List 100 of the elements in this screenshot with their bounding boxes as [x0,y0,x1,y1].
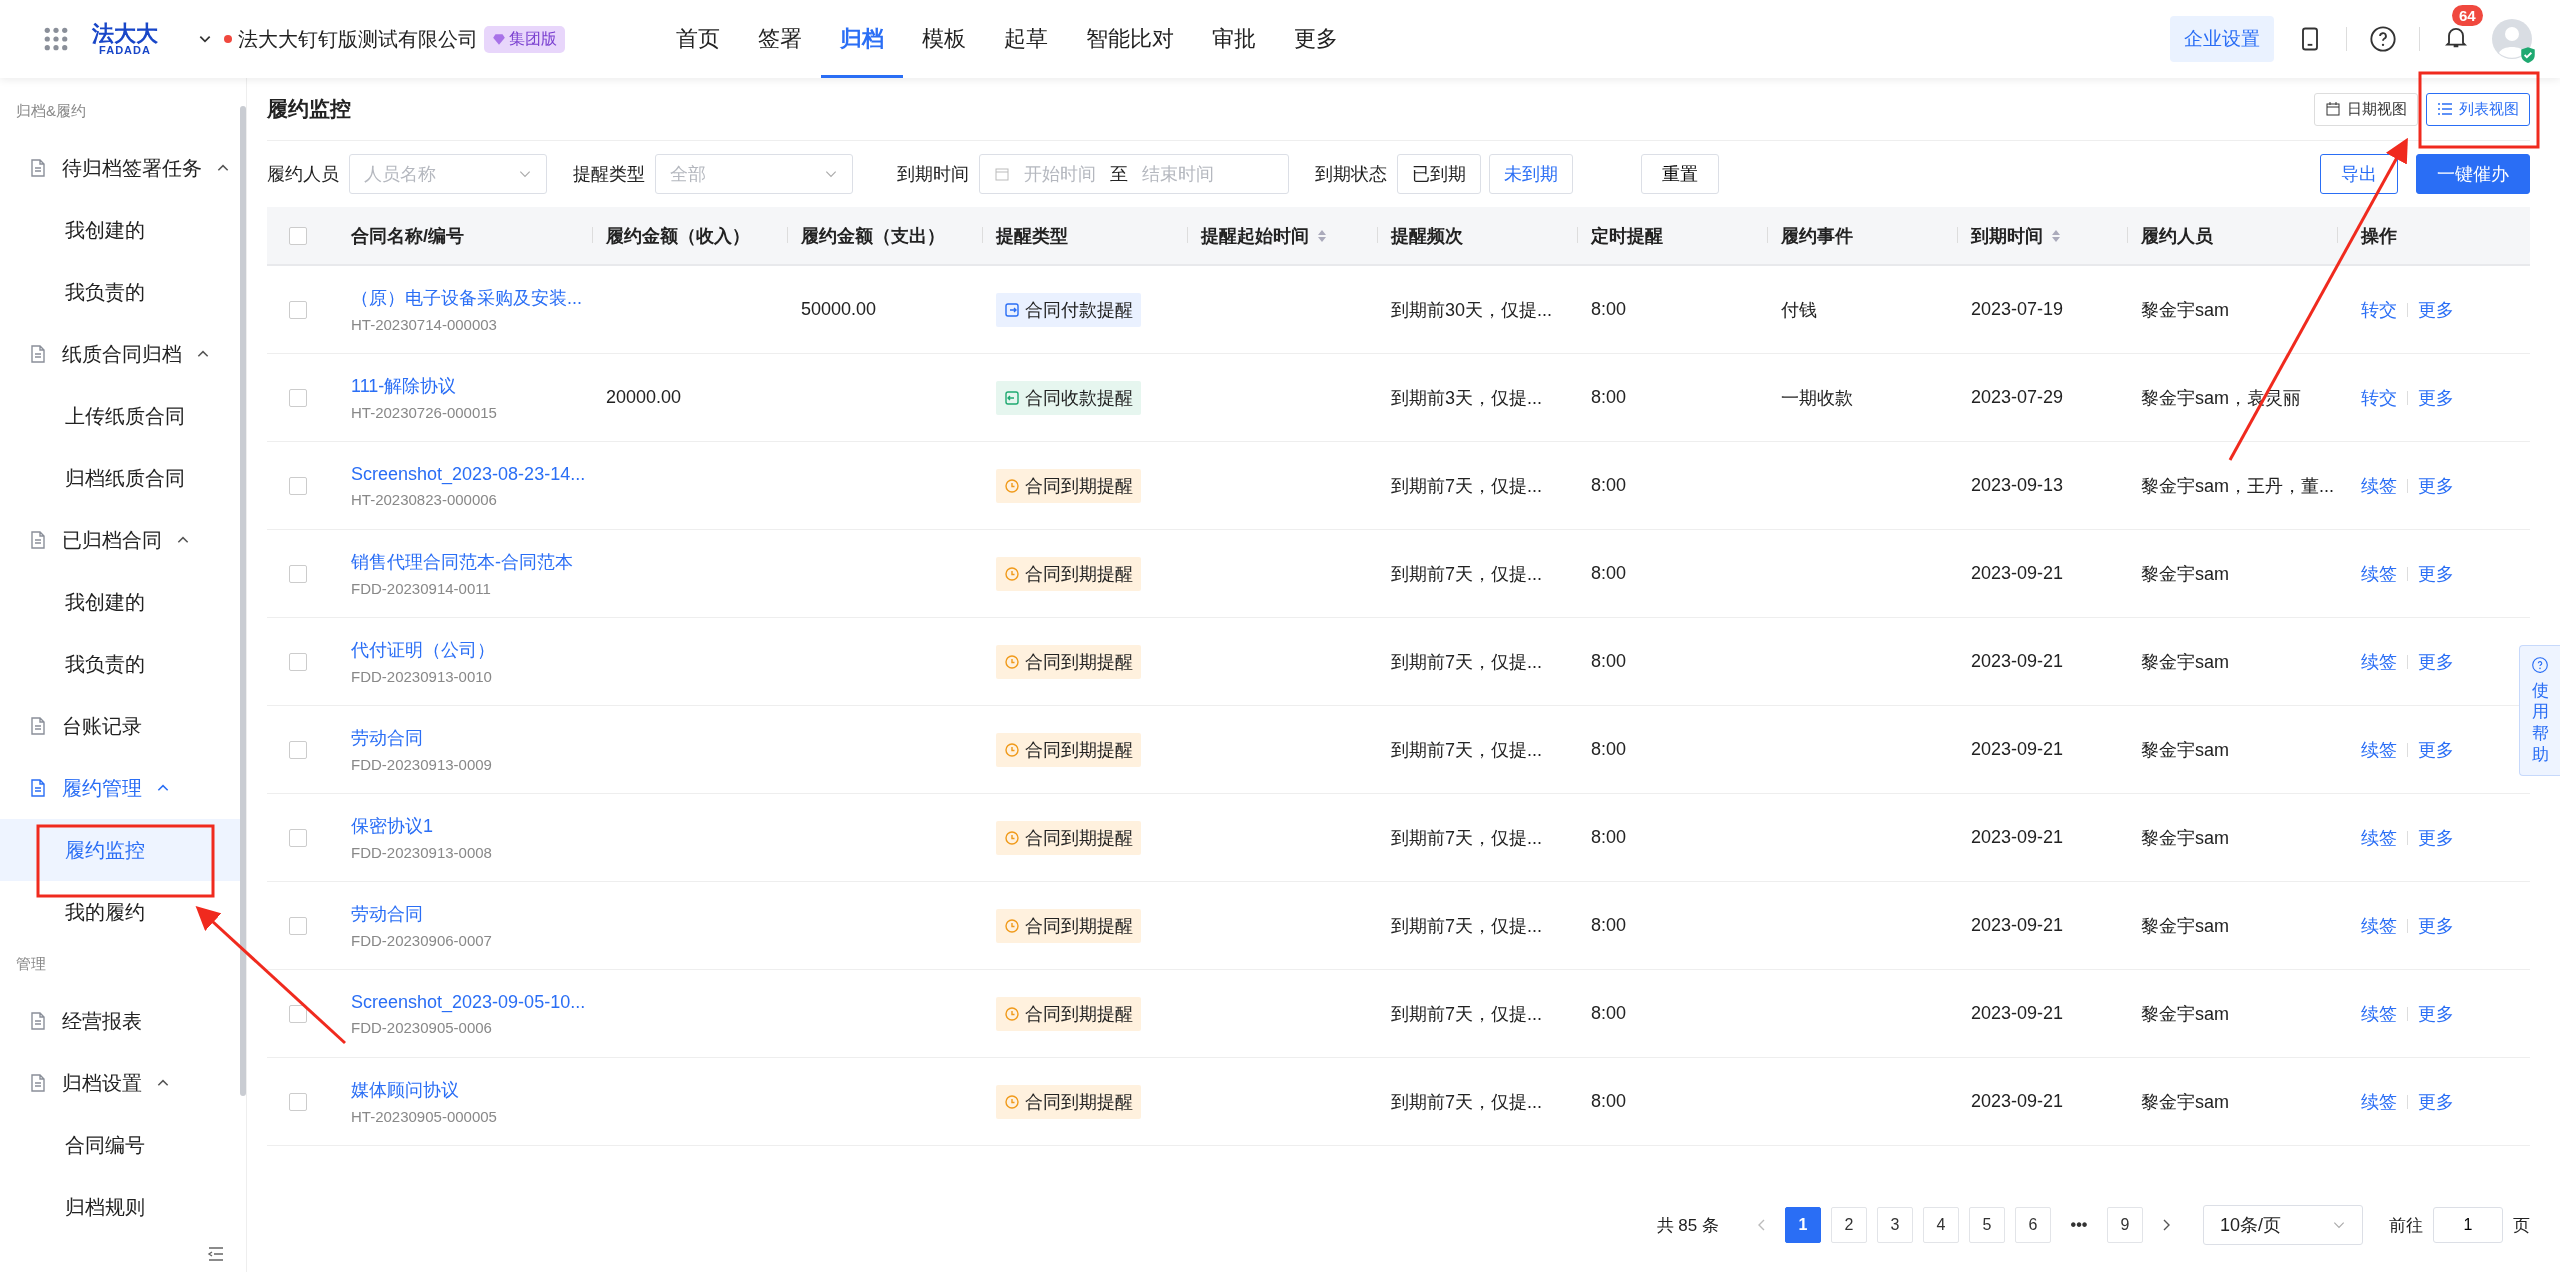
page-button[interactable]: 6 [2015,1207,2051,1243]
row-checkbox[interactable] [289,1004,307,1023]
nav-tab[interactable]: 归档 [821,0,903,78]
nav-tab[interactable]: 智能比对 [1067,0,1193,78]
settings-button[interactable]: 企业设置 [2170,16,2274,62]
contract-name-link[interactable]: 劳动合同 [351,726,423,750]
sidebar-item[interactable]: 已归档合同 [0,509,240,571]
export-button[interactable]: 导出 [2320,154,2398,194]
action-link[interactable]: 续签 [2361,473,2397,498]
page-button[interactable]: 1 [1785,1207,1821,1243]
action-link[interactable]: 更多 [2418,473,2454,498]
avatar[interactable] [2492,19,2532,59]
action-link[interactable]: 转交 [2361,297,2397,322]
date-range-field[interactable]: 开始时间 至 结束时间 [979,154,1289,194]
sidebar-item-label: 经营报表 [62,1008,142,1034]
sidebar-subitem[interactable]: 我的履约 [0,881,240,943]
help-tab[interactable]: 使用帮助 [2519,645,2560,776]
view-toggle[interactable]: 列表视图 [2426,92,2530,126]
sort-icon[interactable] [2051,228,2061,243]
action-link[interactable]: 续签 [2361,561,2397,586]
action-link[interactable]: 更多 [2418,385,2454,410]
sidebar-subitem[interactable]: 上传纸质合同 [0,385,240,447]
nav-tab[interactable]: 更多 [1275,0,1357,78]
app-grid-icon[interactable] [44,27,68,51]
page-button[interactable]: 3 [1877,1207,1913,1243]
sidebar-item[interactable]: 经营报表 [0,990,240,1052]
remind-all-button[interactable]: 一键催办 [2416,154,2530,194]
row-checkbox[interactable] [289,652,307,671]
page-button[interactable]: 5 [1969,1207,2005,1243]
action-link[interactable]: 更多 [2418,913,2454,938]
action-link[interactable]: 更多 [2418,561,2454,586]
column-header: 履约金额（支出） [801,224,945,248]
status-option[interactable]: 未到期 [1489,154,1573,194]
row-checkbox[interactable] [289,388,307,407]
status-option[interactable]: 已到期 [1397,154,1481,194]
contract-name-link[interactable]: Screenshot_2023-08-23-14... [351,463,586,485]
action-link[interactable]: 转交 [2361,385,2397,410]
page-size-select[interactable]: 10条/页 [2203,1205,2363,1245]
row-checkbox[interactable] [289,1092,307,1111]
help-icon [2531,656,2549,674]
action-link[interactable]: 更多 [2418,649,2454,674]
sort-icon[interactable] [1317,228,1327,243]
view-toggle[interactable]: 日期视图 [2314,92,2418,126]
row-checkbox[interactable] [289,916,307,935]
action-link[interactable]: 续签 [2361,1001,2397,1026]
previous-page-icon[interactable] [1757,1218,1767,1232]
contract-name-link[interactable]: 劳动合同 [351,902,423,926]
action-link[interactable]: 续签 [2361,737,2397,762]
contract-name-link[interactable]: （原）电子设备采购及安装... [351,286,582,310]
sidebar-subitem[interactable]: 我负责的 [0,261,240,323]
contract-name-link[interactable]: Screenshot_2023-09-05-10... [351,991,586,1013]
sidebar-item[interactable]: 履约管理 [0,757,240,819]
row-checkbox[interactable] [289,476,307,495]
select-all-checkbox[interactable] [289,226,307,245]
company-name[interactable]: 法大大钉钉版测试有限公司 [238,25,478,53]
sidebar-subitem[interactable]: 我负责的 [0,633,240,695]
nav-tab[interactable]: 模板 [903,0,985,78]
sidebar-item[interactable]: 纸质合同归档 [0,323,240,385]
action-link[interactable]: 续签 [2361,913,2397,938]
nav-tab[interactable]: 签署 [739,0,821,78]
contract-name-link[interactable]: 媒体顾问协议 [351,1078,459,1102]
sidebar-item[interactable]: 台账记录 [0,695,240,757]
action-link[interactable]: 续签 [2361,649,2397,674]
sidebar-item[interactable]: 待归档签署任务 [0,137,240,199]
goto-page-input[interactable]: 1 [2433,1207,2503,1243]
page-button[interactable]: 9 [2107,1207,2143,1243]
row-checkbox[interactable] [289,300,307,319]
logo[interactable]: 法大大 FADADA [92,22,158,56]
scrollbar[interactable] [240,106,246,1096]
page-button[interactable]: 4 [1923,1207,1959,1243]
sidebar-subitem[interactable]: 我创建的 [0,199,240,261]
collapse-icon[interactable] [206,1244,226,1264]
sidebar-item[interactable]: 归档设置 [0,1052,240,1114]
sidebar-subitem[interactable]: 归档规则 [0,1176,240,1238]
action-link[interactable]: 更多 [2418,297,2454,322]
action-link[interactable]: 续签 [2361,1089,2397,1114]
action-link[interactable]: 更多 [2418,1001,2454,1026]
sidebar-subitem[interactable]: 我创建的 [0,571,240,633]
nav-tab[interactable]: 首页 [657,0,739,78]
contract-name-link[interactable]: 111-解除协议 [351,374,457,398]
help-icon[interactable] [2369,25,2397,53]
contract-name-link[interactable]: 保密协议1 [351,814,433,838]
contract-code: HT-20230726-000015 [351,404,497,421]
sidebar-subitem[interactable]: 合同编号 [0,1114,240,1176]
contract-name-link[interactable]: 销售代理合同范本-合同范本 [351,550,573,574]
reset-button[interactable]: 重置 [1641,154,1719,194]
page-button[interactable]: 2 [1831,1207,1867,1243]
action-link[interactable]: 更多 [2418,737,2454,762]
action-link[interactable]: 更多 [2418,825,2454,850]
next-page-icon[interactable] [2161,1218,2171,1232]
nav-tab[interactable]: 审批 [1193,0,1275,78]
sidebar-subitem[interactable]: 履约监控 [0,819,240,881]
row-checkbox[interactable] [289,564,307,583]
contract-name-link[interactable]: 代付证明（公司） [351,638,495,662]
sidebar-subitem[interactable]: 归档纸质合同 [0,447,240,509]
action-link[interactable]: 续签 [2361,825,2397,850]
row-checkbox[interactable] [289,828,307,847]
action-link[interactable]: 更多 [2418,1089,2454,1114]
row-checkbox[interactable] [289,740,307,759]
nav-tab[interactable]: 起草 [985,0,1067,78]
